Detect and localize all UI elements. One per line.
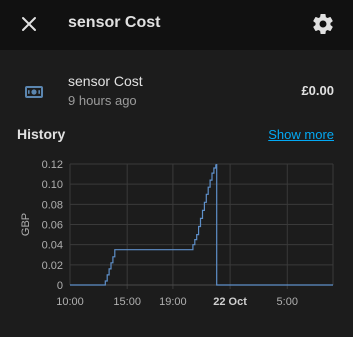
gear-icon	[313, 14, 333, 34]
y-tick-label: 0.10	[42, 179, 63, 191]
dialog-header: sensor Cost	[0, 0, 353, 50]
y-tick-label: 0.06	[42, 220, 63, 232]
x-tick-label: 5:00	[277, 296, 298, 308]
x-tick-label: 10:00	[56, 296, 84, 308]
y-tick-label: 0.08	[42, 199, 63, 211]
y-axis-ticks: 0.12 0.10 0.08 0.06 0.04 0.02 0	[42, 159, 63, 292]
close-icon	[22, 17, 36, 31]
history-heading: History	[17, 126, 66, 142]
cash-icon	[25, 86, 43, 98]
y-tick-label: 0.12	[42, 159, 63, 171]
x-axis-ticks: 10:00 15:00 19:00 22 Oct 5:00	[56, 296, 298, 308]
entity-name: sensor Cost	[68, 73, 143, 89]
y-tick-label: 0.02	[42, 260, 63, 272]
entity-icon	[24, 82, 44, 102]
history-chart: 0.12 0.10 0.08 0.06 0.04 0.02 0 10:00 15:00 19:0…	[20, 159, 334, 308]
y-tick-label: 0.04	[42, 240, 63, 252]
y-tick-label: 0	[57, 280, 63, 292]
close-button[interactable]	[16, 11, 42, 37]
entity-last-changed: 9 hours ago	[68, 93, 137, 108]
y-axis-label: GBP	[20, 213, 32, 236]
settings-button[interactable]	[311, 12, 335, 36]
dialog-title: sensor Cost	[68, 14, 161, 31]
show-more-link[interactable]: Show more	[268, 127, 334, 142]
x-tick-label: 19:00	[159, 296, 187, 308]
entity-state-value: £0.00	[301, 83, 334, 98]
x-tick-label: 15:00	[113, 296, 141, 308]
x-tick-label: 22 Oct	[213, 296, 247, 308]
